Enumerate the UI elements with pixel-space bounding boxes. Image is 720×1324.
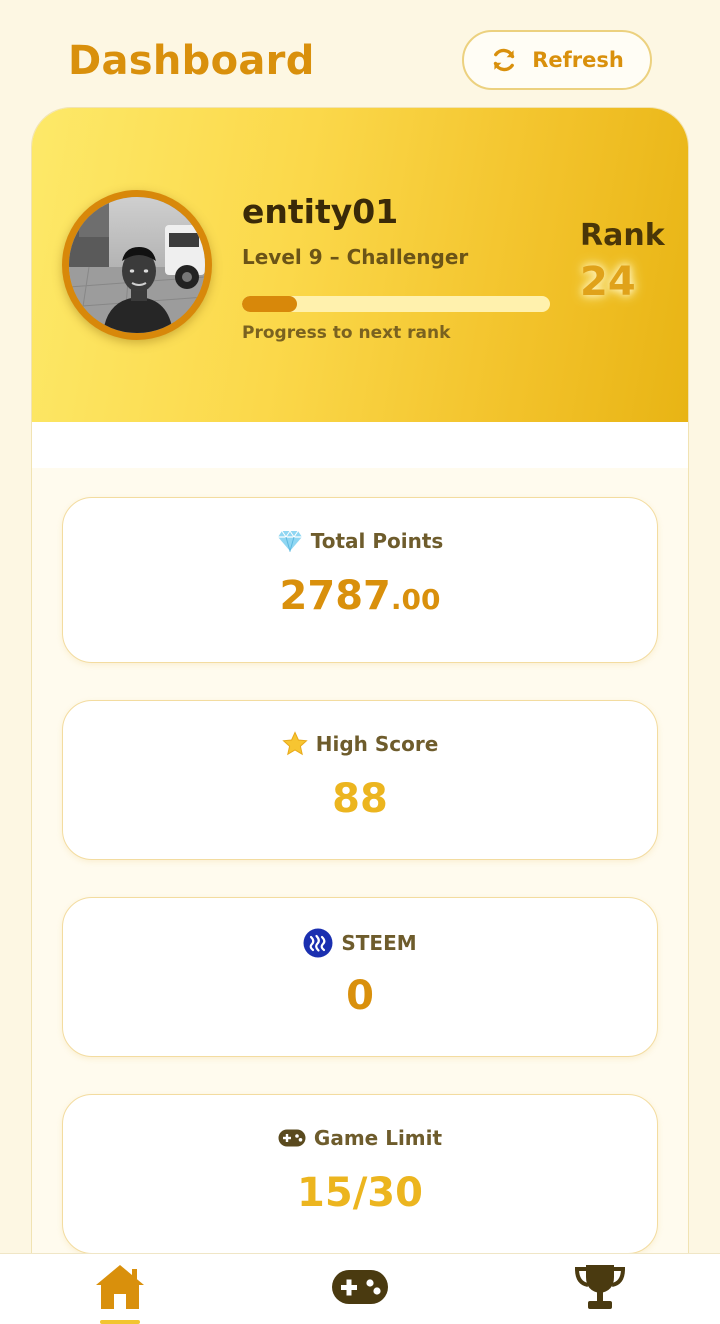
steem-label: STEEM [341,931,417,955]
high-score-card: High Score 88 [62,700,658,860]
total-points-label: Total Points [310,529,444,553]
rank-progress-bar [242,296,550,312]
refresh-icon [490,46,518,74]
total-points-header: Total Points [63,528,657,554]
page-title: Dashboard [68,38,315,84]
game-limit-card: Game Limit 15/30 [62,1094,658,1254]
home-icon [94,1263,146,1315]
nav-home[interactable] [60,1254,180,1324]
progress-label: Progress to next rank [242,323,451,343]
gamepad-icon [278,1129,306,1147]
steem-card: STEEM 0 [62,897,658,1057]
star-icon [282,731,308,757]
bottom-nav [0,1253,720,1324]
game-limit-value: 15/30 [297,1170,423,1216]
banner-divider [32,422,688,468]
refresh-button[interactable]: Refresh [462,30,652,90]
level-label: Level 9 – Challenger [242,245,469,269]
game-limit-header: Game Limit [63,1125,657,1151]
game-limit-label: Game Limit [313,1126,443,1150]
avatar-photo [69,197,205,333]
high-score-header: High Score [63,731,657,757]
nav-active-indicator [100,1320,140,1324]
total-points-value: 2787.00 [63,572,657,624]
steem-header: STEEM [63,928,657,958]
dashboard-card: entity01 Level 9 – Challenger Progress t… [31,107,689,1307]
rank-value: 24 [580,259,636,305]
high-score-label: High Score [315,732,439,756]
total-points-decimal: .00 [390,583,441,616]
avatar[interactable] [62,190,212,340]
gem-icon [277,530,303,552]
total-points-integer: 2787 [279,573,391,619]
username: entity01 [242,192,399,231]
app-frame: Dashboard Refresh entity01 Level 9 – Cha… [0,0,720,1324]
rank-progress-fill [242,296,298,312]
gamepad-icon [331,1269,389,1309]
high-score-value: 88 [332,776,388,822]
steem-icon [303,928,333,958]
trophy-icon [574,1263,626,1315]
profile-banner: entity01 Level 9 – Challenger Progress t… [32,108,688,422]
nav-games[interactable] [300,1254,420,1324]
rank-label: Rank [580,218,665,253]
steem-value: 0 [346,973,374,1019]
nav-leaderboard[interactable] [540,1254,660,1324]
total-points-card: Total Points 2787.00 [62,497,658,663]
refresh-label: Refresh [532,48,624,72]
